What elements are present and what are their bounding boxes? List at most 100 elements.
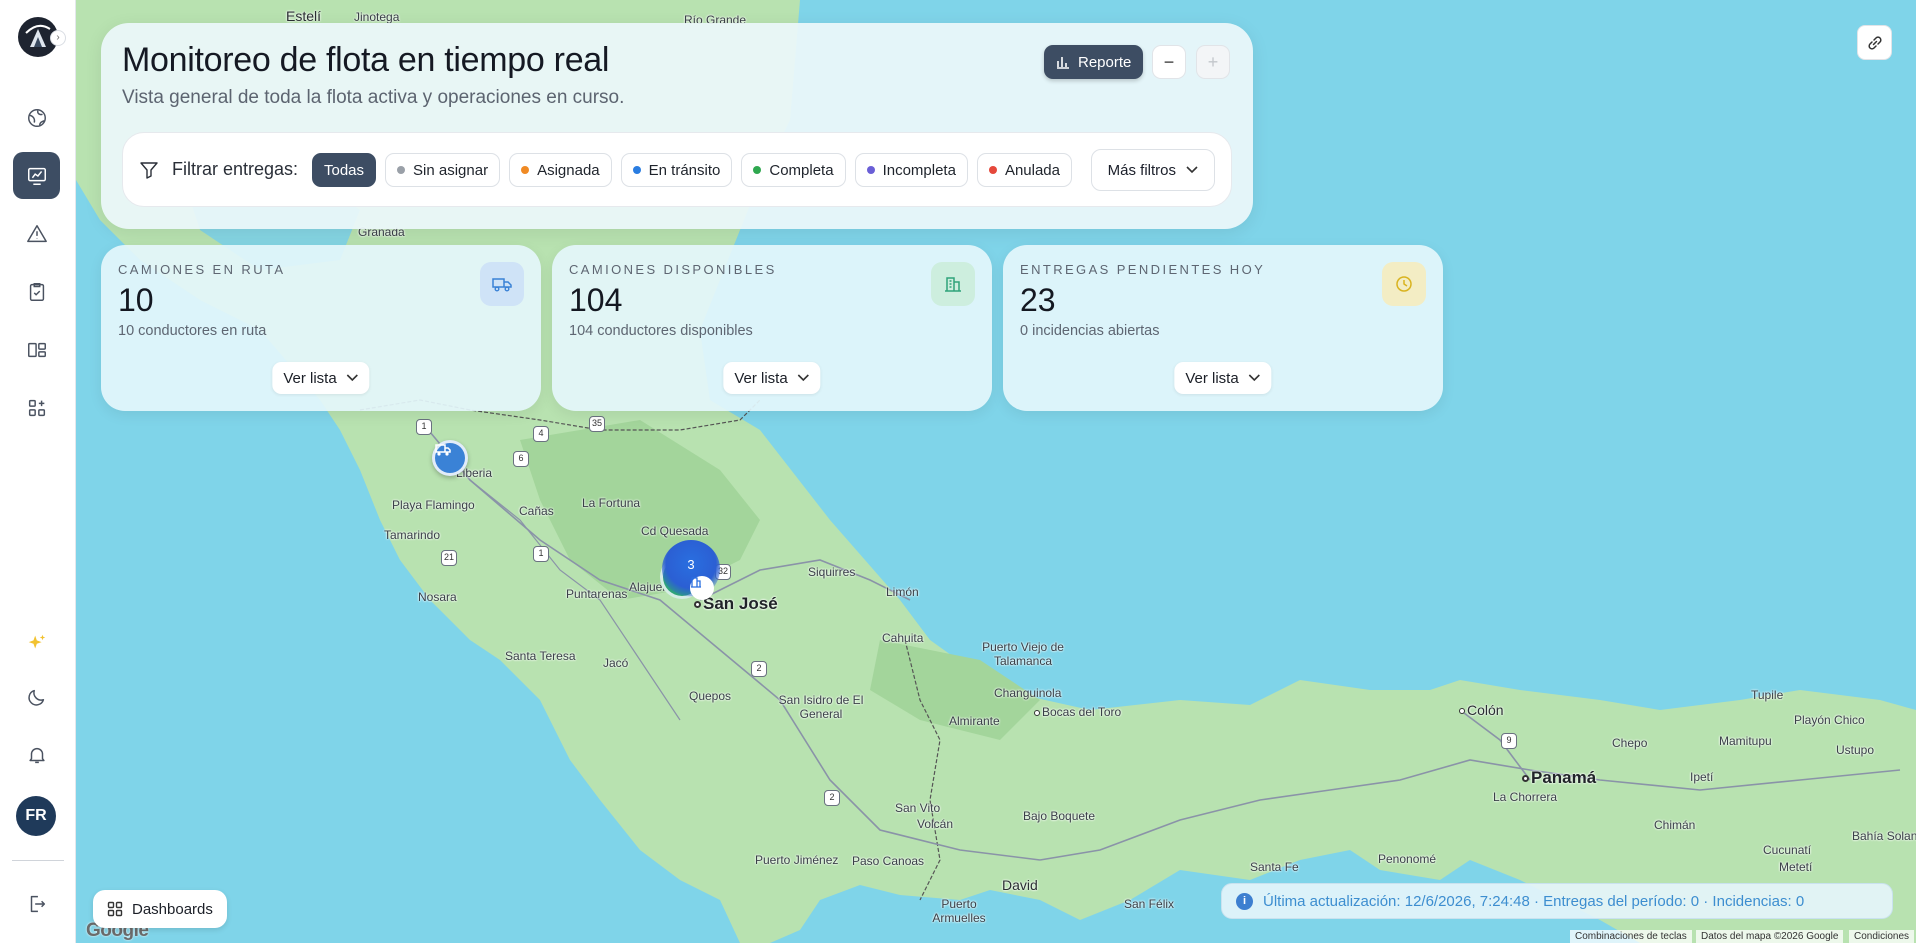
road-shield: 35	[589, 416, 605, 432]
status-bar: i Última actualización: 12/6/2026, 7:24:…	[1221, 883, 1893, 919]
kpi-pending-deliveries: ENTREGAS PENDIENTES HOY 23 0 incidencias…	[1003, 245, 1443, 411]
building-pin[interactable]	[690, 576, 714, 600]
map-label-quepos: Quepos	[689, 689, 732, 703]
map-keyboard-shortcuts[interactable]: Combinaciones de teclas	[1570, 930, 1692, 943]
sparkle-icon	[28, 634, 45, 648]
status-dot-icon	[753, 166, 762, 174]
map-label-ipeti: Ipetí	[1690, 770, 1714, 784]
avatar[interactable]: FR	[16, 796, 56, 836]
map-data-attribution: Datos del mapa ©2026 Google	[1696, 930, 1844, 943]
filter-chip[interactable]: Sin asignar	[385, 153, 501, 187]
map-label-san-isidro: San Isidro de El General	[778, 693, 864, 721]
chevron-down-icon	[798, 374, 810, 382]
kpi-icon	[931, 262, 975, 306]
zoom-out-button[interactable]: −	[1152, 45, 1186, 79]
map-label-chepo: Chepo	[1612, 736, 1648, 750]
map-label-playa-flamingo: Playa Flamingo	[392, 498, 475, 512]
nav-alerts[interactable]	[13, 210, 60, 257]
header-panel: Monitoreo de flota en tiempo real Vista …	[101, 23, 1253, 229]
map-label-bajo-boquete: Bajo Boquete	[1023, 809, 1096, 823]
theme-toggle-button[interactable]	[13, 673, 60, 720]
road-shield: 1	[416, 419, 432, 435]
logout-icon	[30, 895, 45, 912]
notifications-button[interactable]	[13, 731, 60, 778]
map-label-jinotega: Jinotega	[354, 10, 400, 24]
dashboards-button[interactable]: Dashboards	[93, 890, 227, 928]
alert-icon	[26, 224, 47, 242]
filter-chip[interactable]: Asignada	[509, 153, 612, 187]
map-label-mamitupu: Mamitupu	[1719, 734, 1772, 748]
map-label-meteti: Metetí	[1779, 860, 1813, 874]
page-subtitle: Vista general de toda la flota activa y …	[122, 87, 625, 108]
clipboard-icon	[29, 282, 44, 301]
expand-sidebar-button[interactable]: ›	[50, 30, 66, 46]
kpi-label: CAMIONES DISPONIBLES	[569, 262, 777, 277]
road-shield: 9	[1501, 733, 1517, 749]
link-icon	[1867, 35, 1882, 50]
map-label-cd-quesada: Cd Quesada	[641, 524, 709, 538]
nav-apps[interactable]	[13, 384, 60, 431]
share-link-button[interactable]	[1857, 25, 1892, 60]
filter-chip-label: Asignada	[537, 161, 600, 179]
map-label-changuinola: Changuinola	[994, 686, 1062, 700]
map-terms-link[interactable]: Condiciones	[1849, 930, 1915, 943]
chevron-down-icon	[1186, 166, 1198, 174]
filter-chip-label: Anulada	[1004, 161, 1060, 179]
map-label-san-vito: San Vito	[895, 801, 941, 815]
road-shield: 2	[751, 661, 767, 677]
kpi-label: CAMIONES EN RUTA	[118, 262, 286, 277]
filter-chip[interactable]: En tránsito	[620, 153, 733, 187]
road-shield: 6	[513, 451, 529, 467]
filter-chip[interactable]: Incompleta	[854, 153, 968, 187]
status-dot-icon	[521, 166, 530, 174]
truck-marker[interactable]	[432, 440, 468, 476]
map-label-puntarenas: Puntarenas	[566, 587, 628, 601]
filter-label: Filtrar entregas:	[172, 159, 299, 179]
map-label-puerto-armuelles: Puerto Armuelles	[932, 897, 986, 925]
map-label-puerto-jimenez: Puerto Jiménez	[755, 853, 839, 867]
clock-icon	[1396, 276, 1412, 292]
map-label-siquirres: Siquirres	[808, 565, 856, 579]
filter-chip[interactable]: Todas	[312, 153, 377, 187]
kpi-trucks-en-route: CAMIONES EN RUTA 10 10 conductores en ru…	[101, 245, 541, 411]
view-list-label: Ver lista	[734, 369, 788, 387]
nav-layout[interactable]	[13, 326, 60, 373]
map-label-bahia-solano: Bahía Solano	[1852, 829, 1916, 843]
map-label-penonome: Penonomé	[1378, 852, 1437, 866]
more-filters-button[interactable]: Más filtros	[1090, 149, 1215, 191]
nav-dashboard[interactable]	[13, 152, 60, 199]
report-button-label: Reporte	[1078, 53, 1132, 71]
status-dot-icon	[866, 166, 875, 174]
map-label-limon: Limón	[886, 585, 919, 599]
logout-button[interactable]	[13, 880, 60, 927]
map-label-la-fortuna: La Fortuna	[582, 496, 641, 510]
bell-icon	[28, 747, 45, 763]
filter-chip[interactable]: Anulada	[976, 153, 1072, 187]
status-text: Última actualización: 12/6/2026, 7:24:48…	[1263, 892, 1805, 910]
road-shield: 21	[441, 550, 457, 566]
road-shield: 2	[824, 790, 840, 806]
zoom-in-button[interactable]: +	[1196, 45, 1230, 79]
status-dot-icon	[988, 166, 997, 174]
nav-map[interactable]	[13, 94, 60, 141]
filter-icon	[140, 162, 158, 179]
view-list-button[interactable]: Ver lista	[723, 362, 821, 394]
ai-assistant-button[interactable]	[13, 619, 60, 666]
filter-chip-label: Incompleta	[882, 161, 956, 179]
view-list-button[interactable]: Ver lista	[1174, 362, 1272, 394]
kpi-icon	[480, 262, 524, 306]
nav-deliveries[interactable]	[13, 268, 60, 315]
report-button[interactable]: Reporte	[1044, 45, 1144, 79]
map-label-cucunati: Cucunatí	[1763, 843, 1812, 857]
map-label-paso-canoas: Paso Canoas	[852, 854, 925, 868]
view-list-button[interactable]: Ver lista	[272, 362, 370, 394]
bar-chart-icon	[1057, 57, 1069, 69]
map-label-la-chorrera: La Chorrera	[1493, 790, 1558, 804]
grid-icon	[107, 901, 123, 917]
sidebar: › FR	[0, 0, 76, 943]
info-icon: i	[1236, 892, 1253, 910]
map-label-chiman: Chimán	[1654, 818, 1696, 832]
filter-chip-label: Todas	[324, 161, 365, 179]
map-label-santa-teresa: Santa Teresa	[505, 649, 576, 663]
filter-chip[interactable]: Completa	[741, 153, 846, 187]
